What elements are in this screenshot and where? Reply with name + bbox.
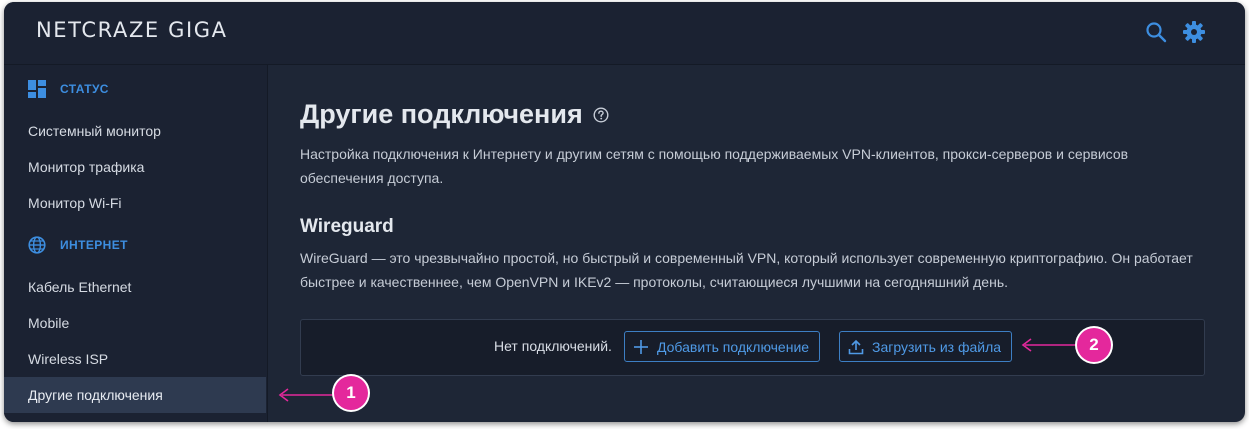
brand-logo[interactable]: NETCRAZE GIGA bbox=[36, 18, 228, 42]
search-icon[interactable] bbox=[1144, 20, 1168, 44]
page-description: Настройка подключения к Интернету и друг… bbox=[300, 146, 1129, 186]
sidebar-item-ethernet[interactable]: Кабель Ethernet bbox=[4, 269, 266, 305]
sidebar: СТАТУС Системный монитор Монитор трафика… bbox=[4, 65, 268, 422]
add-connection-label: Добавить подключение bbox=[657, 338, 810, 355]
globe-icon bbox=[28, 236, 46, 254]
upload-from-file-button[interactable]: Загрузить из файла bbox=[839, 331, 1013, 362]
sidebar-item-wireless-isp[interactable]: Wireless ISP bbox=[4, 341, 266, 377]
gear-icon[interactable] bbox=[1182, 20, 1206, 44]
sidebar-item-system-monitor[interactable]: Системный монитор bbox=[4, 113, 266, 149]
page-title: Другие подключения bbox=[300, 99, 583, 129]
annotation-marker-2: 2 bbox=[1077, 328, 1111, 362]
wireguard-description: WireGuard — это чрезвычайно простой, но … bbox=[300, 250, 1193, 290]
help-icon[interactable] bbox=[593, 106, 609, 123]
sidebar-section-title: ИНТЕРНЕТ bbox=[60, 238, 128, 252]
top-bar: NETCRAZE GIGA bbox=[4, 2, 1245, 65]
sidebar-section-internet[interactable]: ИНТЕРНЕТ bbox=[28, 234, 128, 256]
dashboard-icon bbox=[28, 80, 46, 98]
sidebar-section-title: СТАТУС bbox=[60, 82, 109, 96]
sidebar-item-traffic-monitor[interactable]: Монитор трафика bbox=[4, 149, 266, 185]
upload-icon bbox=[848, 339, 864, 354]
annotation-arrow-2 bbox=[1021, 338, 1077, 352]
app-window: NETCRAZE GIGA СТАТУС Системный монитор М… bbox=[4, 2, 1245, 422]
page-title-row: Другие подключения bbox=[300, 99, 609, 130]
section-title-wireguard: Wireguard bbox=[300, 216, 394, 237]
annotation-arrow-1 bbox=[278, 388, 334, 402]
sidebar-section-status[interactable]: СТАТУС bbox=[28, 78, 109, 100]
add-connection-button[interactable]: Добавить подключение bbox=[624, 331, 821, 362]
sidebar-item-other-connections[interactable]: Другие подключения bbox=[4, 377, 266, 413]
sidebar-item-mobile[interactable]: Mobile bbox=[4, 305, 266, 341]
no-connections-text: Нет подключений. bbox=[494, 338, 612, 354]
sidebar-item-wifi-monitor[interactable]: Монитор Wi-Fi bbox=[4, 185, 266, 221]
upload-from-file-label: Загрузить из файла bbox=[872, 338, 1002, 355]
plus-icon bbox=[634, 339, 648, 354]
annotation-marker-1: 1 bbox=[334, 376, 368, 410]
main-content: Другие подключения Настройка подключения… bbox=[268, 65, 1245, 422]
